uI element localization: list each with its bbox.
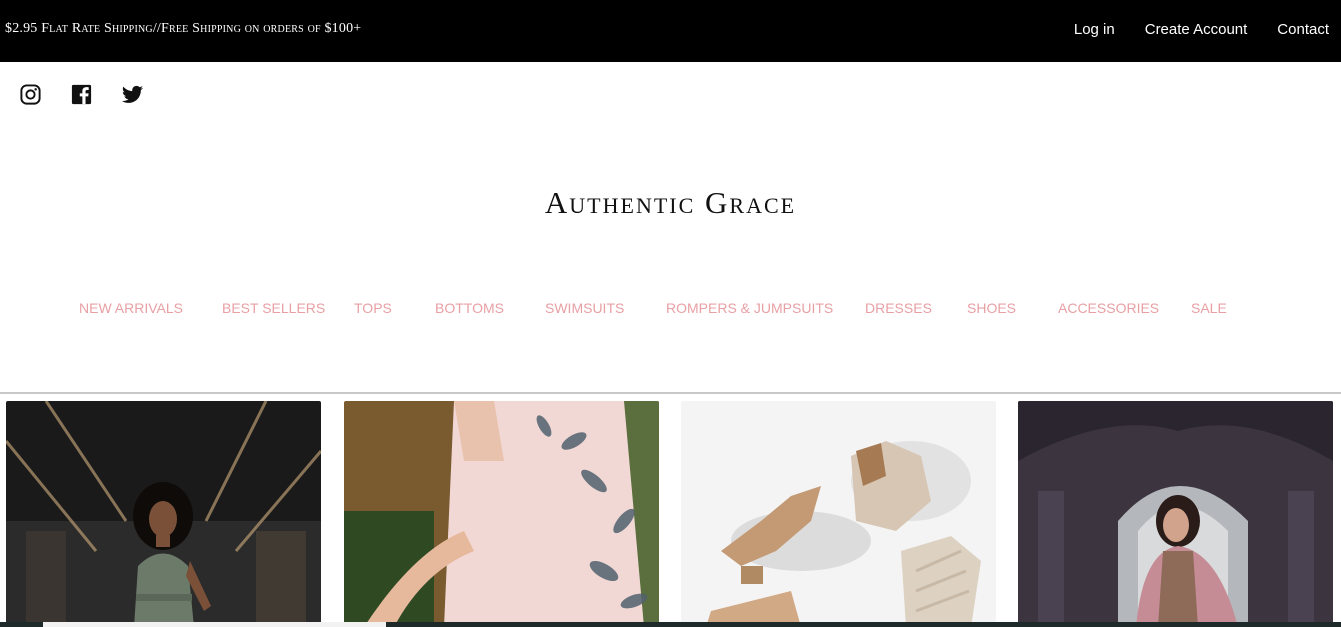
facebook-icon[interactable]	[70, 83, 93, 106]
floral-dress-photo[interactable]	[344, 401, 659, 627]
brand-logo[interactable]: Authentic Grace	[0, 185, 1341, 221]
bottom-edge-strip	[0, 622, 1341, 627]
nav-sale[interactable]: SALE	[1191, 300, 1227, 316]
header-divider	[0, 392, 1341, 394]
create-account-link[interactable]: Create Account	[1145, 21, 1248, 38]
contact-link[interactable]: Contact	[1277, 21, 1329, 38]
nav-rompers-jumpsuits[interactable]: ROMPERS & JUMPSUITS	[666, 300, 865, 316]
twitter-icon[interactable]	[121, 83, 144, 106]
nav-accessories[interactable]: ACCESSORIES	[1058, 300, 1191, 316]
nav-swimsuits[interactable]: SWIMSUITS	[545, 300, 666, 316]
woman-green-jumpsuit-photo[interactable]	[6, 401, 321, 627]
account-links: Log in Create Account Contact	[1074, 21, 1329, 38]
announcement-bar: $2.95 Flat Rate Shipping//Free Shipping …	[0, 0, 1341, 62]
woman-arcade-photo[interactable]	[1018, 401, 1333, 627]
shipping-promo-text: $2.95 Flat Rate Shipping//Free Shipping …	[5, 21, 362, 36]
nav-best-sellers[interactable]: BEST SELLERS	[222, 300, 354, 316]
shoes-photo[interactable]	[681, 401, 996, 627]
nav-dresses[interactable]: DRESSES	[865, 300, 967, 316]
nav-tops[interactable]: TOPS	[354, 300, 435, 316]
main-navigation: NEW ARRIVALS BEST SELLERS TOPS BOTTOMS S…	[79, 300, 1227, 316]
nav-new-arrivals[interactable]: NEW ARRIVALS	[79, 300, 222, 316]
nav-shoes[interactable]: SHOES	[967, 300, 1058, 316]
social-links	[19, 83, 144, 106]
nav-bottoms[interactable]: BOTTOMS	[435, 300, 545, 316]
login-link[interactable]: Log in	[1074, 21, 1115, 38]
instagram-icon[interactable]	[19, 83, 42, 106]
